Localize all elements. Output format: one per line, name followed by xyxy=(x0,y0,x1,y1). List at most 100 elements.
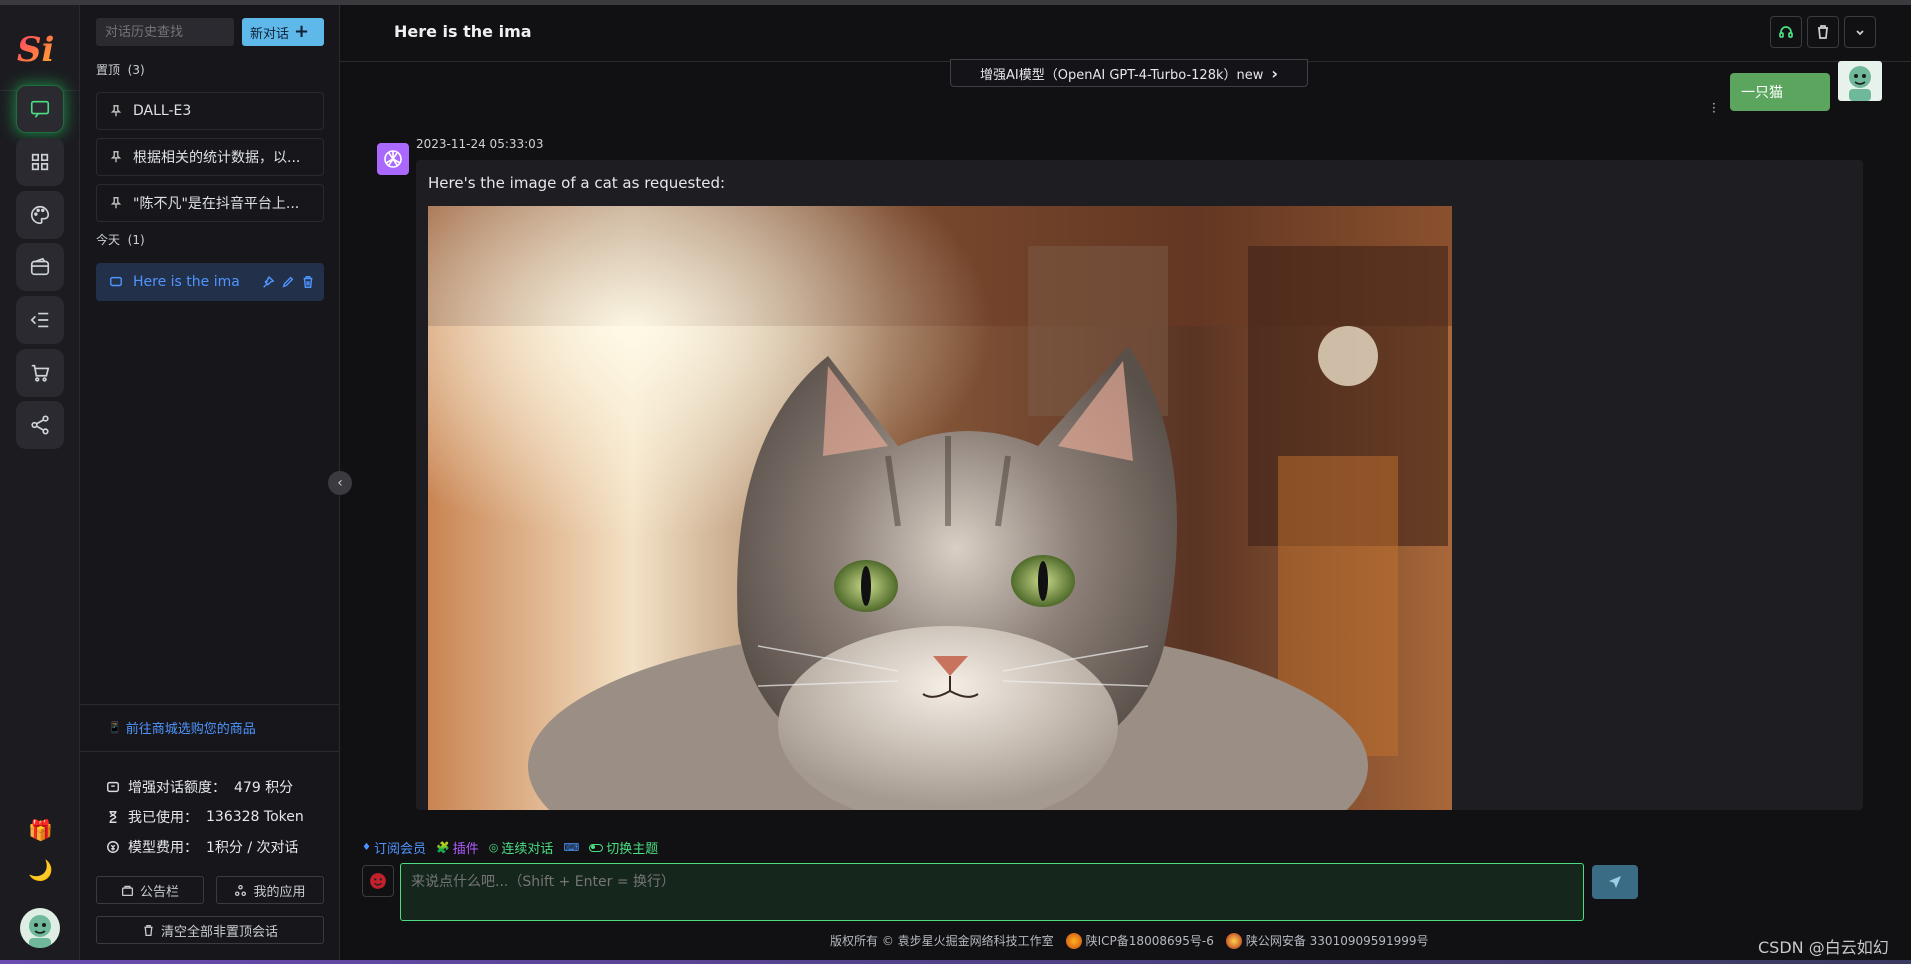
history-search-input[interactable] xyxy=(96,18,234,46)
logo-text: Si xyxy=(17,30,54,70)
police-link[interactable]: 陕公网安备 33010909591999号 xyxy=(1225,932,1429,949)
csdn-watermark: CSDN @白云如幻 xyxy=(1758,938,1889,957)
headset-icon: ◎ xyxy=(488,841,499,854)
user-message: 一只猫 xyxy=(1730,73,1830,111)
shop-link-text: 前往商城选购您的商品 xyxy=(125,722,256,737)
conversation-actions xyxy=(261,275,315,289)
message-menu-icon[interactable]: · · · xyxy=(1712,98,1716,118)
nav-share-button[interactable] xyxy=(16,401,64,449)
stat-label: 增强对话额度： xyxy=(128,780,226,796)
model-label: 增强AI模型（OpenAI GPT-4-Turbo-128k）new xyxy=(980,67,1264,83)
window-bottom-bar xyxy=(0,960,1911,964)
switch-theme-toggle[interactable]: 切换主题 xyxy=(589,838,658,857)
icp-link[interactable]: 陕ICP备18008695号-6 xyxy=(1065,932,1214,949)
model-selector[interactable]: 增强AI模型（OpenAI GPT-4-Turbo-128k）new › xyxy=(950,59,1308,87)
chat-icon xyxy=(30,100,50,118)
send-button[interactable] xyxy=(1592,865,1638,899)
openai-logo-icon xyxy=(384,150,402,168)
nav-wallet-button[interactable] xyxy=(16,243,64,291)
clear-conversations-button[interactable]: 清空全部非置顶会话 xyxy=(96,916,324,944)
generated-cat-image[interactable] xyxy=(428,206,1452,810)
gift-icon[interactable]: 🎁 xyxy=(28,818,53,842)
police-badge-icon xyxy=(1225,932,1242,949)
police-text: 陕公网安备 33010909591999号 xyxy=(1245,934,1429,948)
trash-icon xyxy=(1818,25,1828,39)
chat-main: Here is the ima 增强AI模型（OpenAI GPT-4-Turb… xyxy=(340,5,1911,960)
subscribe-button[interactable]: ♦ 订阅会员 xyxy=(362,838,426,857)
delete-chat-button[interactable] xyxy=(1807,16,1839,48)
sidebar-divider xyxy=(80,751,340,752)
switch-theme-label: 切换主题 xyxy=(606,842,659,857)
pinned-conversation-item[interactable]: 根据相关的统计数据，以... xyxy=(96,138,324,176)
plugins-button[interactable]: 🧩 插件 xyxy=(436,838,479,857)
chevron-left-icon: ‹ xyxy=(337,475,343,491)
avatar[interactable] xyxy=(20,908,60,948)
nav-list-button[interactable] xyxy=(16,296,64,344)
page-title: Here is the ima xyxy=(394,22,532,41)
menu-list-icon xyxy=(30,312,49,328)
chevron-right-icon: › xyxy=(1271,63,1278,83)
continuous-chat-toggle[interactable]: ◎ 连续对话 xyxy=(489,838,554,857)
palette-icon xyxy=(31,205,50,225)
notice-button[interactable]: 公告栏 xyxy=(96,876,204,904)
continuous-chat-label: 连续对话 xyxy=(501,842,554,857)
stat-value: 479 积分 xyxy=(234,780,294,796)
composer-toolbar: ♦ 订阅会员 🧩 插件 ◎ 连续对话 ⌨ 切换主题 xyxy=(362,838,658,857)
site-footer: 版权所有 © 袁步星火掘金网络科技工作室 陕ICP备18008695号-6 陕公… xyxy=(830,932,1429,949)
moon-icon[interactable]: 🌙 xyxy=(28,858,53,882)
icon-rail: Si 🎁 🌙 xyxy=(0,5,80,960)
chat-bubble-icon xyxy=(110,276,122,287)
today-group-title: 今天 (1) xyxy=(96,233,145,247)
message-input[interactable] xyxy=(400,863,1584,921)
quota-stat: 增强对话额度： 479 积分 xyxy=(106,777,293,797)
notice-button-label: 公告栏 xyxy=(139,884,179,900)
nav-apps-button[interactable] xyxy=(16,138,64,186)
wallet-icon xyxy=(107,781,119,793)
collapse-sidebar-button[interactable]: ‹ xyxy=(328,471,352,495)
conversation-label: "陈不凡"是在抖音平台上... xyxy=(133,196,300,212)
conversation-sidebar: 新对话 + 置顶 (3) DALL-E3 根据相关的统计数据，以... "陈不凡… xyxy=(80,5,340,960)
toggle-icon xyxy=(589,843,604,852)
clear-button-label: 清空全部非置顶会话 xyxy=(160,924,278,940)
coin-icon xyxy=(107,841,119,853)
active-conversation-item[interactable]: Here is the ima xyxy=(96,263,324,301)
shop-link[interactable]: 📱 前往商城选购您的商品 xyxy=(108,718,256,737)
emoji-button[interactable] xyxy=(362,865,394,897)
pinned-conversation-item[interactable]: "陈不凡"是在抖音平台上... xyxy=(96,184,324,222)
icp-icon xyxy=(1065,932,1082,949)
chevron-down-icon xyxy=(1856,30,1864,36)
pin-icon[interactable] xyxy=(261,275,275,289)
continuous-chat-button[interactable] xyxy=(1770,16,1802,48)
my-apps-button-label: 我的应用 xyxy=(253,884,306,900)
grid-icon xyxy=(31,153,49,171)
stat-value: 1积分 / 次对话 xyxy=(206,840,299,856)
headset-icon xyxy=(1779,26,1793,38)
edit-icon[interactable] xyxy=(281,275,295,289)
pin-icon xyxy=(110,105,122,117)
app-logo[interactable]: Si xyxy=(14,23,64,73)
bot-message-text: Here's the image of a cat as requested: xyxy=(428,174,726,192)
pin-icon xyxy=(110,197,122,209)
pinned-conversation-item[interactable]: DALL-E3 xyxy=(96,92,324,130)
conversation-label: Here is the ima xyxy=(133,274,240,290)
message-timestamp: 2023-11-24 05:33:03 xyxy=(416,137,544,151)
diamond-icon: ♦ xyxy=(362,842,371,853)
cart-icon xyxy=(31,364,50,382)
keyboard-button[interactable]: ⌨ xyxy=(563,841,579,854)
conversation-label: DALL-E3 xyxy=(133,103,192,119)
nav-draw-button[interactable] xyxy=(16,191,64,239)
nav-shop-button[interactable] xyxy=(16,349,64,397)
new-chat-button[interactable]: 新对话 + xyxy=(242,18,324,46)
conversation-label: 根据相关的统计数据，以... xyxy=(133,150,301,166)
my-apps-button[interactable]: 我的应用 xyxy=(216,876,324,904)
user-avatar xyxy=(1838,61,1882,101)
more-options-button[interactable] xyxy=(1844,16,1876,48)
nav-chat-button[interactable] xyxy=(16,85,64,133)
shop-icon: 📱 xyxy=(108,721,122,734)
copyright-text: 版权所有 © 袁步星火掘金网络科技工作室 xyxy=(830,934,1054,948)
stat-label: 模型费用： xyxy=(128,840,198,856)
avatar-image xyxy=(1849,66,1871,101)
delete-icon[interactable] xyxy=(301,275,315,289)
icp-text: 陕ICP备18008695号-6 xyxy=(1085,934,1214,948)
bot-message: Here's the image of a cat as requested: xyxy=(416,160,1863,810)
